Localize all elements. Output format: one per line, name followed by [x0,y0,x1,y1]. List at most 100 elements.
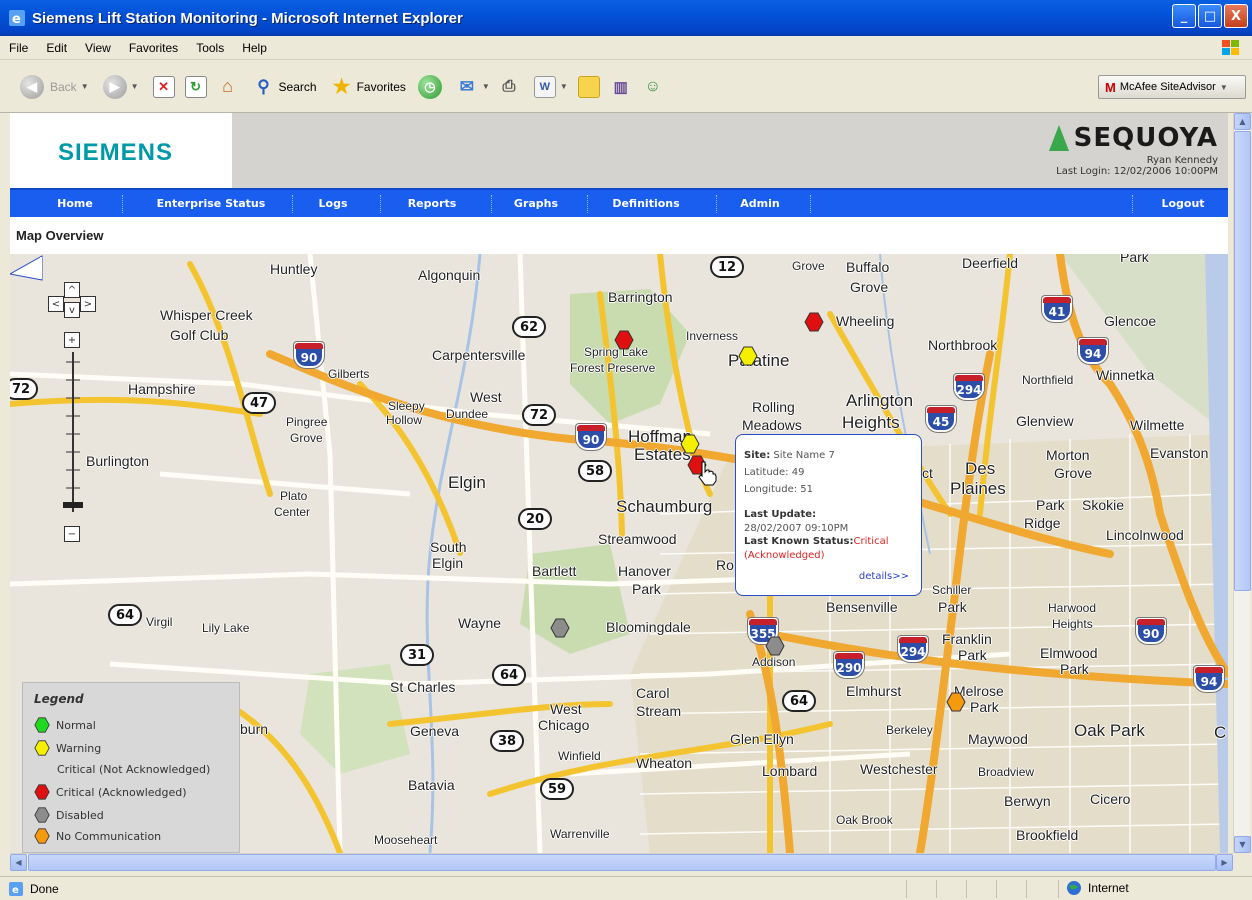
refresh-button[interactable]: ↻ [184,75,207,98]
place-label: Gilberts [328,367,370,381]
close-button[interactable]: X [1224,4,1248,28]
nav-home[interactable]: Home [32,190,118,217]
route-shield: 72 [522,404,556,426]
popup-latitude: Latitude: 49 [744,467,805,478]
printer-icon: ⎙ [502,77,516,95]
forward-button[interactable]: ▶ ▼ [102,74,139,99]
popup-details-link[interactable]: details>> [859,568,909,585]
edit-button[interactable]: W ▼ [533,75,568,98]
print-button[interactable]: ⎙ [498,76,520,98]
menu-tools[interactable]: Tools [187,41,233,55]
home-button[interactable]: ⌂ [217,76,239,98]
zoom-out-button[interactable]: − [64,526,80,542]
place-label: Park [1060,661,1089,677]
place-label: Hanover [618,563,671,579]
menu-edit[interactable]: Edit [37,41,76,55]
place-label: Park [1120,254,1149,265]
place-label: Deerfield [962,255,1019,271]
nav-logout[interactable]: Logout [1148,190,1218,217]
sequoya-logo: SEQUOYA [1073,123,1218,153]
pan-down-button[interactable]: v [64,302,80,318]
place-label: Morton [1046,447,1090,463]
discuss-button[interactable] [577,75,600,98]
place-label: Elgin [448,473,486,492]
horizontal-scrollbar[interactable]: ◀ ▶ [10,853,1233,871]
home-icon: ⌂ [222,76,233,96]
interstate-shield: 90 [294,342,324,368]
site-marker-warning[interactable] [738,346,758,366]
nav-admin[interactable]: Admin [722,190,798,217]
window-title: Siemens Lift Station Monitoring - Micros… [32,9,463,27]
nav-reports[interactable]: Reports [384,190,480,217]
place-label: Grove [290,431,323,445]
search-button[interactable]: ⚲ Search [253,76,316,98]
legend-item-no-communication: No Communication [34,828,161,844]
scroll-right-button[interactable]: ▶ [1216,854,1233,871]
site-marker-disabled[interactable] [765,636,785,656]
nav-graphs[interactable]: Graphs [494,190,578,217]
chevron-down-icon: ▼ [1219,82,1228,92]
chevron-down-icon: ▼ [559,82,568,91]
place-label: Mooseheart [374,833,438,847]
messenger-button[interactable]: ☺ [642,76,664,98]
zoom-slider[interactable] [60,352,86,512]
sequoya-branding: SEQUOYA Ryan Kennedy Last Login: 12/02/2… [1048,123,1218,177]
pan-right-button[interactable]: > [80,296,96,312]
back-label: Back [50,79,77,94]
zoom-in-button[interactable]: + [64,332,80,348]
history-button[interactable]: ◷ [417,74,442,99]
nav-definitions[interactable]: Definitions [592,190,700,217]
last-login: Last Login: 12/02/2006 10:00PM [1056,166,1218,177]
favorites-button[interactable]: ★ Favorites [331,76,406,98]
nav-logs[interactable]: Logs [294,190,372,217]
research-button[interactable]: ▥ [610,76,632,98]
place-label: Batavia [408,777,455,793]
place-label: Geneva [410,723,460,739]
site-marker-warning[interactable] [680,434,700,454]
scroll-up-button[interactable]: ▲ [1234,113,1251,130]
site-marker-no-communication[interactable] [946,692,966,712]
popup-status-detail: (Acknowledged) [744,550,825,561]
menu-view[interactable]: View [76,41,120,55]
site-marker-critical[interactable] [614,330,634,350]
map-canvas[interactable]: Huntley Algonquin Barrington Grove Buffa… [10,254,1228,853]
vertical-scroll-thumb[interactable] [1234,131,1251,591]
menu-bar: File Edit View Favorites Tools Help [0,36,1252,60]
nav-enterprise-status[interactable]: Enterprise Status [128,190,294,217]
minimize-button[interactable]: _ [1172,4,1196,28]
place-label: Wheaton [636,755,693,771]
vertical-scrollbar[interactable]: ▲ ▼ [1233,113,1251,853]
site-marker-disabled[interactable] [550,618,570,638]
maximize-button[interactable]: □ [1198,4,1222,28]
place-label: Barrington [608,289,673,305]
back-button[interactable]: ◀ Back ▼ [20,74,89,99]
pan-left-button[interactable]: < [48,296,64,312]
place-label: Park [970,699,999,715]
place-label: Warrenville [550,827,610,841]
mcafee-siteadvisor-button[interactable]: M McAfee SiteAdvisor ▼ [1098,75,1246,99]
svg-text:e: e [12,885,19,896]
place-label: Virgil [146,615,173,629]
place-label: St Charles [390,679,456,695]
place-label: burn [240,721,269,737]
place-label: Sleepy [388,399,425,413]
pan-up-button[interactable]: ^ [64,282,80,298]
menu-help[interactable]: Help [233,41,276,55]
place-label: Grove [850,279,889,295]
mail-button[interactable]: ✉ ▼ [456,76,490,98]
stop-button[interactable]: ✕ [152,75,175,98]
interstate-shield: 94 [1078,338,1108,364]
window-title-bar: e Siemens Lift Station Monitoring - Micr… [0,0,1252,36]
main-nav: Home Enterprise Status Logs Reports Grap… [10,188,1228,217]
browser-viewport: SIEMENS SEQUOYA Ryan Kennedy Last Login:… [10,113,1228,853]
menu-file[interactable]: File [0,41,37,55]
place-label: Wilmette [1130,417,1185,433]
legend-item-warning: Warning [34,740,101,756]
scroll-left-button[interactable]: ◀ [10,854,27,871]
site-marker-critical[interactable] [804,312,824,332]
interstate-shield: 294 [954,374,984,400]
menu-favorites[interactable]: Favorites [120,41,187,55]
place-label: Addison [752,655,796,669]
scroll-down-button[interactable]: ▼ [1234,836,1251,853]
horizontal-scroll-thumb[interactable] [28,854,1216,871]
